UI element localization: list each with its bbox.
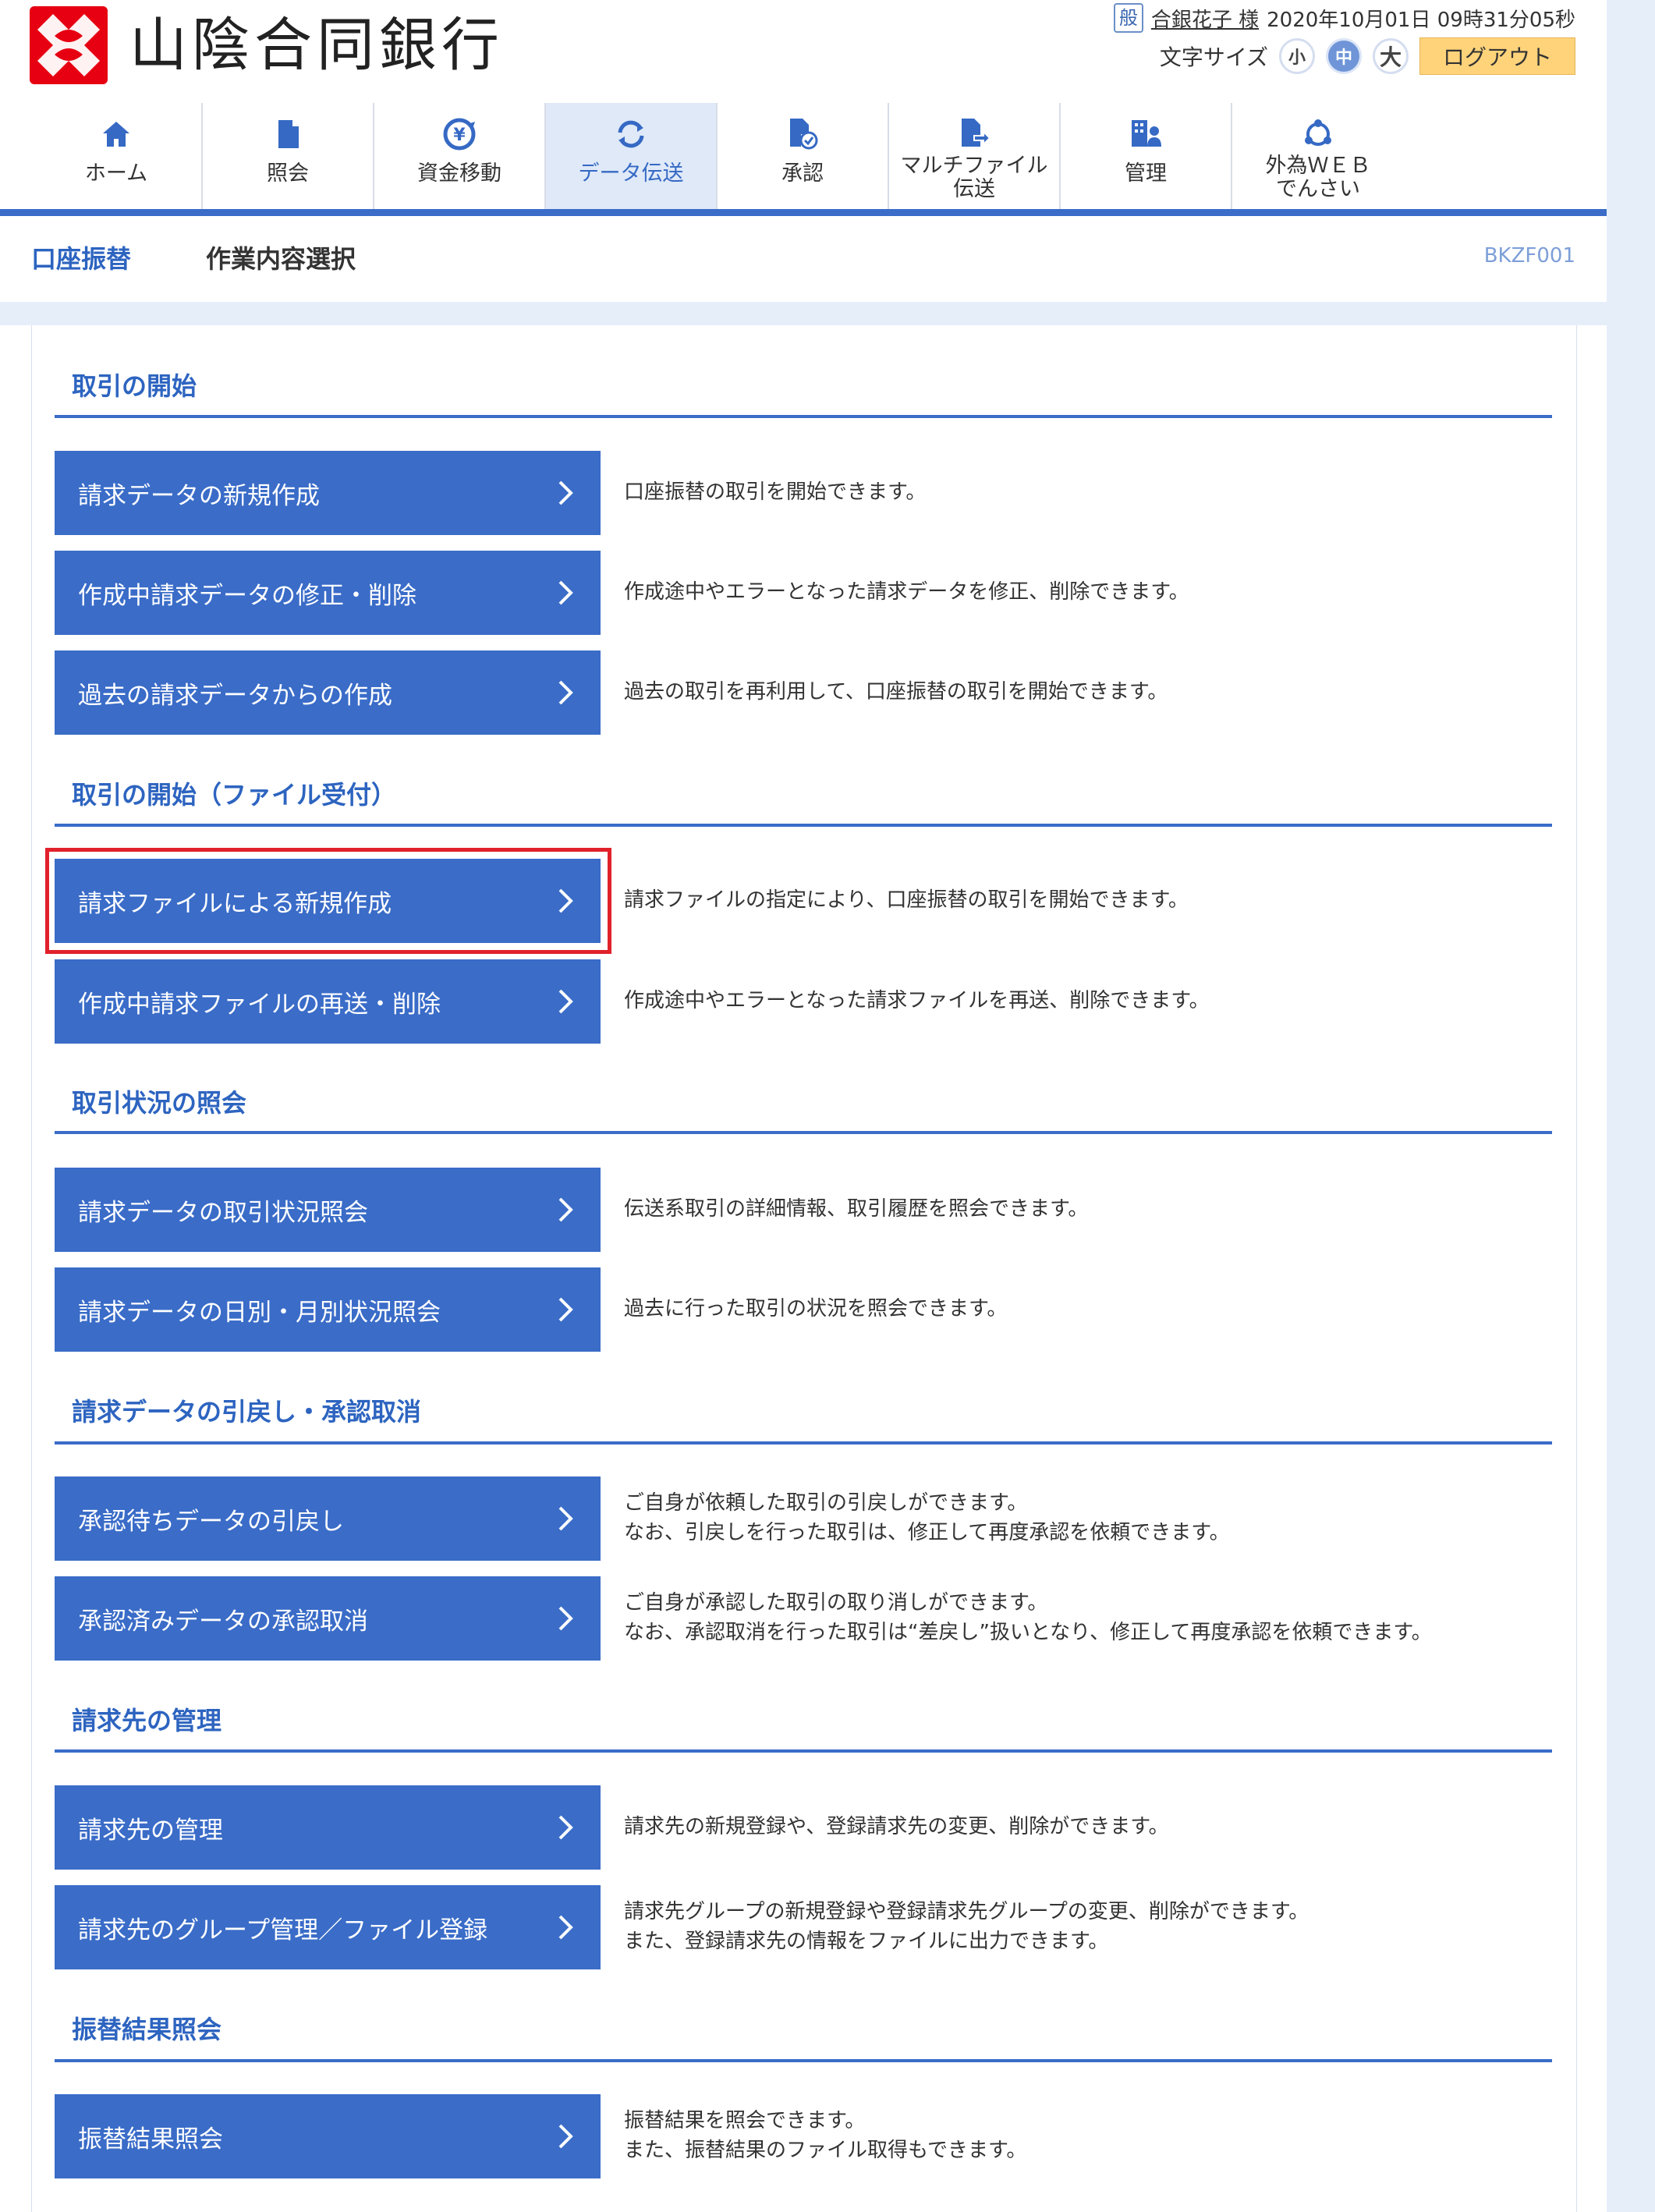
menu-description: 伝送系取引の詳細情報、取引履歴を照会できます。 xyxy=(624,1197,1089,1221)
billing-destination-management-button[interactable]: 請求先の管理 xyxy=(55,1785,601,1870)
chevron-right-icon xyxy=(557,1913,574,1948)
menu-description: 振替結果を照会できます。 また、振替結果のファイル取得もできます。 xyxy=(624,2109,1027,2162)
highlight-box xyxy=(45,848,611,954)
chevron-right-icon xyxy=(557,579,574,613)
logout-button[interactable]: ログアウト xyxy=(1419,37,1575,75)
home-icon xyxy=(101,111,132,158)
section-divider xyxy=(55,2059,1552,2062)
edit-draft-billing-data-button[interactable]: 作成中請求データの修正・削除 xyxy=(55,551,601,635)
bank-name: 山陰合同銀行 xyxy=(129,12,504,79)
user-name-link[interactable]: 合銀花子 様 xyxy=(1151,4,1259,33)
font-size-large-button[interactable]: 大 xyxy=(1373,38,1409,74)
section-title: 取引状況の照会 xyxy=(72,1088,247,1118)
nav-home[interactable]: ホーム xyxy=(31,103,203,209)
login-datetime: 2020年10月01日 09時31分05秒 xyxy=(1267,8,1575,32)
chevron-right-icon xyxy=(557,479,574,513)
chevron-right-icon xyxy=(557,987,574,1022)
nav-label: 照会 xyxy=(267,161,309,186)
nav-forex-web[interactable]: 外為ＷＥＢ でんさい xyxy=(1232,103,1404,209)
nav-fund-transfer[interactable]: ¥ 資金移動 xyxy=(374,103,546,209)
nav-label: 管理 xyxy=(1125,161,1167,186)
font-size-label: 文字サイズ xyxy=(1159,44,1268,70)
chevron-right-icon xyxy=(557,1196,574,1230)
menu-description: 請求先の新規登録や、登録請求先の変更、削除ができます。 xyxy=(624,1815,1169,1838)
global-nav: ホーム 照会 ¥ 資金移動 データ伝送 承認 マルチファイル 伝送 管理 外為Ｗ… xyxy=(31,103,1404,209)
nav-inquiry[interactable]: 照会 xyxy=(203,103,374,209)
page-margin xyxy=(1607,0,1655,2212)
section-title: 取引の開始 xyxy=(72,371,197,401)
multi-file-icon xyxy=(957,111,991,158)
section-divider xyxy=(55,1131,1552,1134)
sync-icon xyxy=(614,111,648,158)
nav-label: 承認 xyxy=(781,161,824,186)
menu-description: ご自身が依頼した取引の引戻しができます。 なお、引戻しを行った取引は、修正して再度… xyxy=(624,1491,1230,1544)
menu-description: 過去の取引を再利用して、口座振替の取引を開始できます。 xyxy=(624,680,1168,704)
nav-multi-file[interactable]: マルチファイル 伝送 xyxy=(889,103,1061,209)
chevron-right-icon xyxy=(557,1604,574,1639)
approval-icon xyxy=(785,111,820,158)
page-subtitle: 作業内容選択 xyxy=(206,244,356,274)
document-icon xyxy=(272,111,303,158)
cancel-approved-data-button[interactable]: 承認済みデータの承認取消 xyxy=(55,1576,601,1661)
svg-text:¥: ¥ xyxy=(453,126,466,145)
chevron-right-icon xyxy=(557,1813,574,1848)
yen-transfer-icon: ¥ xyxy=(442,111,477,158)
new-billing-data-button[interactable]: 請求データの新規作成 xyxy=(55,451,601,535)
daily-monthly-status-inquiry-button[interactable]: 請求データの日別・月別状況照会 xyxy=(55,1267,601,1352)
section-title: 振替結果照会 xyxy=(72,2015,222,2044)
nav-label: マルチファイル 伝送 xyxy=(900,154,1048,201)
section-divider xyxy=(55,1749,1552,1753)
nav-label: 外為ＷＥＢ でんさい xyxy=(1265,154,1371,201)
nav-label: データ伝送 xyxy=(578,161,684,186)
transfer-result-inquiry-button[interactable]: 振替結果照会 xyxy=(55,2094,601,2178)
menu-description: 口座振替の取引を開始できます。 xyxy=(624,480,927,504)
chevron-right-icon xyxy=(557,1296,574,1330)
chevron-right-icon xyxy=(557,1505,574,1539)
screen-code: BKZF001 xyxy=(1483,244,1575,268)
nav-underline xyxy=(0,209,1607,216)
menu-description: 作成途中やエラーとなった請求データを修正、削除できます。 xyxy=(624,580,1189,604)
font-size-controls: 文字サイズ 小 中 大 ログアウト xyxy=(1160,37,1575,75)
chevron-right-icon xyxy=(557,679,574,713)
page-title-bar: 口座振替 作業内容選択 BKZF001 xyxy=(0,216,1607,302)
menu-description: 過去に行った取引の状況を照会できます。 xyxy=(624,1297,1008,1320)
page-title: 口座振替 xyxy=(31,244,132,274)
section-title: 請求先の管理 xyxy=(72,1706,222,1735)
resend-draft-billing-file-button[interactable]: 作成中請求ファイルの再送・削除 xyxy=(55,959,601,1044)
content-band xyxy=(0,302,1607,325)
nav-data-transmission[interactable]: データ伝送 xyxy=(546,103,718,209)
network-icon xyxy=(1301,111,1335,158)
menu-description: 請求ファイルの指定により、口座振替の取引を開始できます。 xyxy=(624,888,1189,912)
section-title: 請求データの引戻し・承認取消 xyxy=(72,1397,422,1427)
nav-label: ホーム xyxy=(84,161,148,186)
section-divider xyxy=(55,1441,1552,1445)
bank-logo-mark-icon xyxy=(30,6,108,84)
section-divider xyxy=(55,415,1552,418)
admin-icon xyxy=(1129,111,1163,158)
transaction-status-inquiry-button[interactable]: 請求データの取引状況照会 xyxy=(55,1168,601,1252)
menu-description: ご自身が承認した取引の取り消しができます。 なお、承認取消を行った取引は“差戻し”… xyxy=(624,1591,1432,1644)
font-size-medium-button[interactable]: 中 xyxy=(1326,38,1362,74)
nav-label: 資金移動 xyxy=(417,161,501,186)
withdraw-pending-data-button[interactable]: 承認待ちデータの引戻し xyxy=(55,1476,601,1561)
menu-description: 作成途中やエラーとなった請求ファイルを再送、削除できます。 xyxy=(624,989,1210,1012)
create-from-past-data-button[interactable]: 過去の請求データからの作成 xyxy=(55,650,601,735)
page: 山陰合同銀行 般 合銀花子 様 2020年10月01日 09時31分05秒 文字… xyxy=(0,0,1607,2212)
user-info: 般 合銀花子 様 2020年10月01日 09時31分05秒 xyxy=(1113,3,1575,33)
section-divider xyxy=(55,824,1552,827)
bank-logo[interactable]: 山陰合同銀行 xyxy=(30,6,504,84)
nav-management[interactable]: 管理 xyxy=(1061,103,1232,209)
menu-description: 請求先グループの新規登録や登録請求先グループの変更、削除ができます。 また、登録請… xyxy=(624,1900,1309,1953)
font-size-small-button[interactable]: 小 xyxy=(1279,38,1315,74)
header: 山陰合同銀行 般 合銀花子 様 2020年10月01日 09時31分05秒 文字… xyxy=(0,0,1607,211)
group-management-file-registration-button[interactable]: 請求先のグループ管理／ファイル登録 xyxy=(55,1885,601,1969)
nav-approval[interactable]: 承認 xyxy=(718,103,889,209)
chevron-right-icon xyxy=(557,2122,574,2157)
section-title: 取引の開始（ファイル受付） xyxy=(72,780,397,810)
user-type-badge: 般 xyxy=(1113,3,1143,33)
